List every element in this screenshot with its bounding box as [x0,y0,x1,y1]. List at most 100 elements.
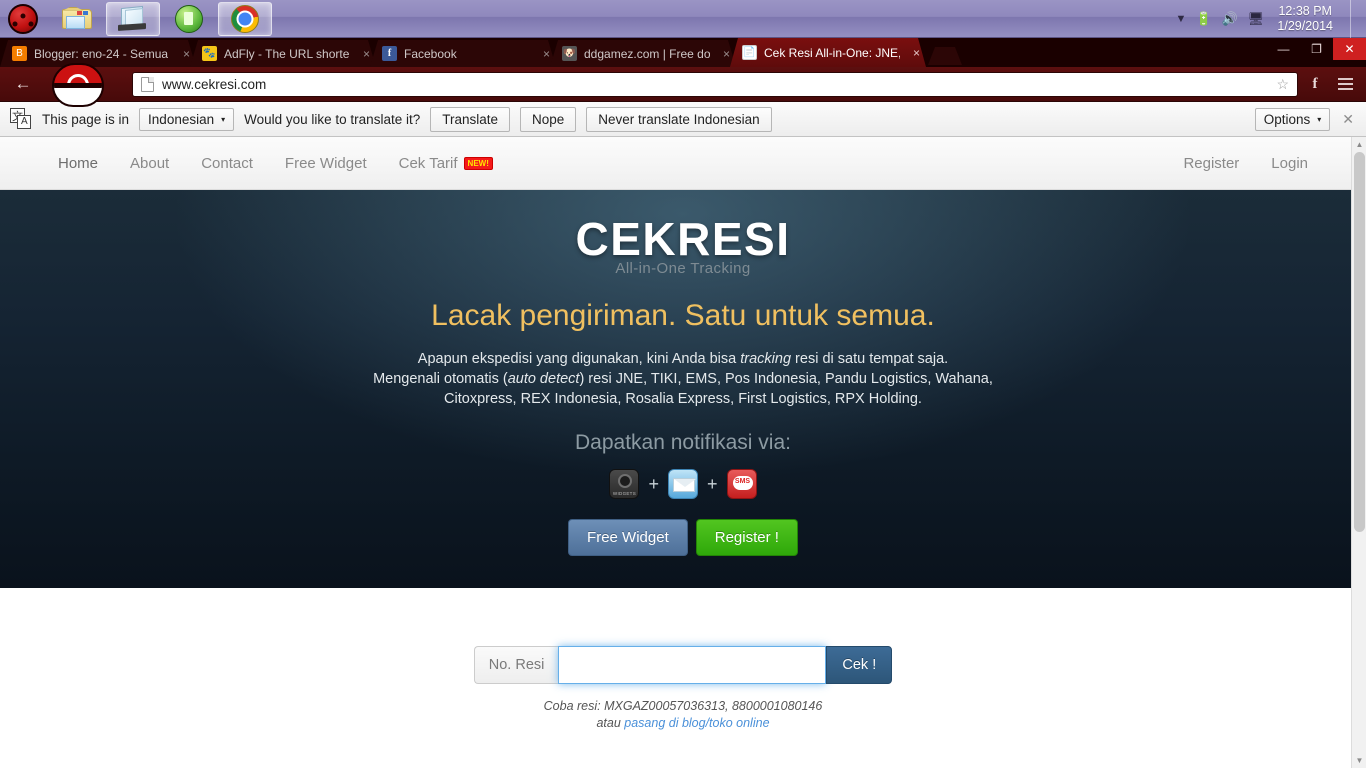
translate-infobar: This page is in Indonesian ▾ Would you l… [0,102,1366,137]
cek-button[interactable]: Cek ! [826,646,893,684]
taskbar-item-green-app[interactable] [162,2,216,36]
nav-item-free-widget[interactable]: Free Widget [269,155,383,172]
browser-tab[interactable]: f Facebook × [370,40,556,67]
back-arrow-icon[interactable]: ← [8,71,38,97]
page-scrollbar[interactable]: ▲ ▼ [1351,137,1366,768]
infobar-question: Would you like to translate it? [244,111,421,127]
clock-date: 1/29/2014 [1277,18,1333,33]
hero-tagline: Lacak pengiriman. Satu untuk semua. [431,299,935,332]
network-icon[interactable]: 🖥 [1247,10,1265,27]
nav-item-register[interactable]: Register [1167,155,1255,172]
pokeball-avatar-icon[interactable] [52,63,104,107]
register-button[interactable]: Register ! [695,519,798,556]
nav-item-home[interactable]: Home [42,155,114,172]
nav-item-login[interactable]: Login [1255,155,1324,172]
tab-close-icon[interactable]: × [177,47,190,61]
language-select[interactable]: Indonesian ▾ [139,107,235,131]
start-orb-icon [8,3,38,34]
new-tab-button[interactable] [928,47,962,65]
hamburger-menu-icon[interactable] [1332,71,1358,97]
close-window-button[interactable]: ✕ [1333,38,1366,60]
page-viewport: Home About Contact Free Widget Cek Tarif… [0,137,1366,768]
system-tray: ▼ 🔋 🔊 🖥 12:38 PM 1/29/2014 [1176,0,1366,38]
chevron-down-icon: ▾ [1317,114,1322,124]
notification-icons: WIDGETS + + [609,469,757,499]
hero-buttons: Free Widget Register ! [568,519,798,556]
free-widget-button[interactable]: Free Widget [568,519,688,556]
search-hint: Coba resi: MXGAZ00057036313, 88000010801… [544,698,823,732]
tab-close-icon[interactable]: × [537,47,550,61]
options-label: Options [1263,111,1311,127]
notification-title: Dapatkan notifikasi via: [575,431,791,454]
start-button[interactable] [0,0,46,38]
browser-tab[interactable]: B Blogger: eno-24 - Semua × [0,40,196,67]
browser-tab-active[interactable]: 📄 Cek Resi All-in-One: JNE, × [730,38,926,67]
ddgamez-icon: 🐶 [563,48,576,59]
hero-description-line-3: Citoxpress, REX Indonesia, Rosalia Expre… [444,391,922,407]
facebook-icon: f [382,46,397,61]
infobar-close-icon[interactable]: ✕ [1342,111,1356,128]
hero-description-line-2: Mengenali otomatis (auto detect) resi JN… [373,369,993,389]
pasang-link[interactable]: pasang di blog/toko online [624,716,769,730]
desc-l1-b: resi di satu tempat saja. [791,351,949,367]
search-hint-line-2: atau pasang di blog/toko online [544,715,823,732]
facebook-extension-icon[interactable]: f [1302,71,1328,97]
new-badge: NEW! [463,156,493,170]
site-logo: CEKRESI [575,213,791,265]
widgets-icon: WIDGETS [609,469,640,499]
desc-l2-b: ) resi JNE, TIKI, EMS, Pos Indonesia, Pa… [579,371,993,387]
scroll-down-icon[interactable]: ▼ [1352,753,1366,768]
hero-description-line-1: Apapun ekspedisi yang digunakan, kini An… [373,349,993,369]
nav-item-cek-tarif-label: Cek Tarif [398,154,458,172]
maximize-button[interactable]: ❐ [1300,38,1333,60]
browser-tab[interactable]: 🐾 AdFly - The URL shortener × [190,40,376,67]
search-hint-line-1: Coba resi: MXGAZ00057036313, 88000010801… [543,699,823,713]
chrome-icon [231,4,259,33]
browser-tab[interactable]: 🐶 ddgamez.com | Free down × [550,40,736,67]
translate-button[interactable]: Translate [430,106,510,132]
resi-input[interactable] [558,646,827,684]
nav-item-cek-tarif[interactable]: Cek Tarif NEW! [383,155,509,172]
star-icon[interactable]: ☆ [1276,76,1289,93]
volume-icon[interactable]: 🔊 [1221,10,1238,27]
tab-close-icon[interactable]: × [717,47,730,61]
taskbar-item-notepad[interactable] [106,1,160,36]
tab-close-icon[interactable]: × [357,47,370,61]
show-desktop-button[interactable] [1350,0,1360,38]
never-translate-button[interactable]: Never translate Indonesian [586,106,772,132]
url-text: www.cekresi.com [162,76,267,92]
minimize-button[interactable]: — [1267,38,1300,60]
nav-item-contact[interactable]: Contact [185,155,269,172]
taskbar-clock[interactable]: 12:38 PM 1/29/2014 [1273,4,1341,34]
battery-icon[interactable]: 🔋 [1195,10,1212,27]
chevron-up-icon[interactable]: ▼ [1176,13,1187,25]
folder-icon [62,7,92,31]
infobar-right-actions: Options ▾ ✕ [1254,107,1356,131]
clock-time: 12:38 PM [1278,3,1332,18]
tab-title: Facebook [404,46,457,61]
email-icon [668,469,698,499]
tab-title: ddgamez.com | Free down [584,46,710,61]
scrollbar-thumb[interactable] [1354,152,1365,532]
blogger-icon: B [12,46,27,61]
language-value: Indonesian [148,111,215,127]
translate-icon [10,108,32,130]
adfly-icon: 🐾 [203,48,216,59]
green-circle-icon [175,4,203,33]
nav-item-about[interactable]: About [114,155,185,172]
page-icon: 📄 [743,47,756,58]
address-bar[interactable]: www.cekresi.com ☆ [132,71,1298,97]
plus-separator-1: + [648,473,659,494]
hero-description: Apapun ekspedisi yang digunakan, kini An… [373,349,993,409]
scroll-up-icon[interactable]: ▲ [1352,137,1366,152]
resi-label: No. Resi [473,646,559,684]
options-button[interactable]: Options ▾ [1254,107,1331,131]
site-navigation-right: Register Login [1167,155,1324,172]
taskbar-item-folder[interactable] [50,2,104,36]
sms-icon [726,469,757,499]
nope-button[interactable]: Nope [520,106,577,132]
taskbar-item-chrome[interactable] [218,1,272,36]
tab-close-icon[interactable]: × [907,46,920,60]
tab-title: Blogger: eno-24 - Semua [34,46,169,61]
taskbar-items [46,1,272,36]
